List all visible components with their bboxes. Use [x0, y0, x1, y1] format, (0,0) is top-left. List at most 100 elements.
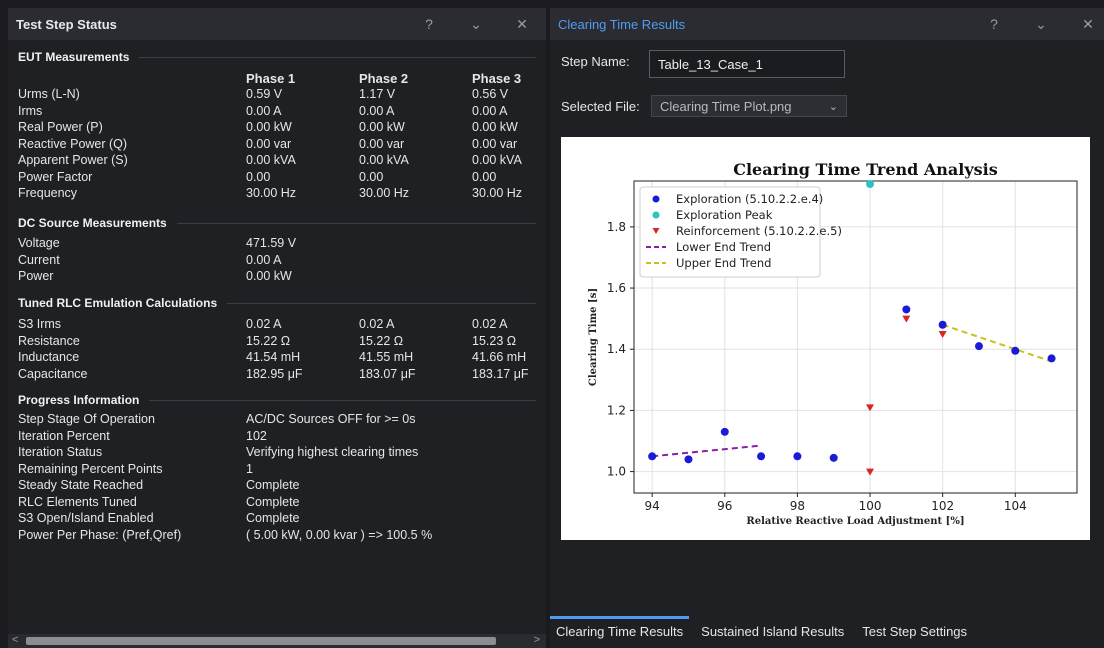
eut-row-value: 0.00 var [246, 136, 292, 151]
scroll-thumb[interactable] [26, 637, 496, 645]
data-point [684, 455, 693, 464]
progress-row-value: Complete [246, 494, 300, 509]
test-step-status-panel: Test Step Status ? ⌄ ✕ EUT Measurements P… [8, 8, 546, 648]
eut-row-label: Irms [18, 103, 43, 118]
dc-row-value: 0.00 A [246, 252, 282, 267]
horizontal-scrollbar[interactable]: < > [8, 634, 546, 648]
progress-row-label: Steady State Reached [18, 478, 144, 492]
eut-row-value: 0.00 A [359, 103, 395, 118]
data-point [829, 453, 838, 462]
dc-row-value: 0.00 kW [246, 269, 292, 283]
chevron-down-icon: ⌄ [828, 100, 838, 113]
progress-row-value: Verifying highest clearing times [246, 445, 419, 459]
eut-row-value: 0.00 kVA [359, 153, 409, 167]
clearing-time-plot: 94 96 98 100 102 104 1.0 1.2 1.4 1.6 1.8 Clearing T… [561, 137, 1090, 540]
rlc-row-label: Capacitance [18, 366, 88, 381]
selected-file-label: Selected File: [561, 99, 640, 114]
tab-sustained-island-results[interactable]: Sustained Island Results [701, 624, 844, 641]
rlc-row-value: 183.17 μF [472, 366, 529, 381]
rlc-row-value: 15.23 Ω [472, 333, 517, 348]
eut-row-value: 0.00 kW [359, 120, 405, 134]
data-point [974, 342, 983, 351]
dc-row-label: Power [18, 269, 54, 283]
tab-clearing-time-results[interactable]: Clearing Time Results [549, 616, 690, 641]
x-tick-label: 96 [717, 499, 732, 513]
progress-section-header: Progress Information [8, 389, 546, 409]
data-point [902, 305, 911, 314]
rlc-row-value: 41.55 mH [359, 350, 414, 364]
progress-row-value: ( 5.00 kW, 0.00 kvar ) => 100.5 % [246, 527, 433, 542]
rlc-row-value: 0.02 A [246, 317, 282, 331]
data-point [902, 315, 911, 323]
eut-row-value: 1.17 V [359, 87, 396, 101]
scroll-right-icon[interactable]: > [534, 634, 540, 646]
data-point [793, 452, 802, 461]
step-name-field[interactable]: Table_13_Case_1 [649, 50, 845, 78]
data-point [1011, 346, 1020, 355]
scroll-left-icon[interactable]: < [12, 634, 18, 646]
y-tick-label: 1.4 [607, 342, 626, 356]
eut-row-value: 0.00 kVA [472, 153, 522, 167]
eut-row-value: 0.00 [472, 169, 497, 184]
rlc-row-value: 0.02 A [472, 317, 508, 331]
progress-row-label: Power Per Phase: (Pref,Qref) [18, 527, 182, 542]
help-icon[interactable]: ? [415, 8, 443, 40]
rlc-row-value: 15.22 Ω [246, 333, 291, 348]
progress-row-value: 102 [246, 428, 267, 443]
right-panel-title: Clearing Time Results [558, 16, 686, 32]
tab-test-step-settings[interactable]: Test Step Settings [862, 624, 967, 641]
rlc-row-value: 0.02 A [359, 317, 395, 331]
eut-row-value: 0.00 kW [472, 120, 518, 134]
rlc-row-label: Resistance [18, 333, 80, 348]
eut-row-value: 0.00 A [472, 103, 508, 118]
step-name-label: Step Name: [561, 54, 630, 69]
progress-row-value: Complete [246, 478, 300, 492]
eut-row-value: 0.00 kVA [246, 153, 296, 167]
chevron-down-icon[interactable]: ⌄ [462, 8, 490, 40]
data-point [1047, 354, 1056, 363]
data-point [938, 320, 947, 329]
legend-entry: Exploration Peak [676, 208, 773, 222]
legend-entry: Lower End Trend [676, 240, 771, 254]
chart-title: Clearing Time Trend Analysis [733, 160, 998, 179]
rlc-row-label: Inductance [18, 350, 80, 364]
right-panel-titlebar: Clearing Time Results ? ⌄ ✕ [550, 8, 1104, 40]
eut-row-value: 0.56 V [472, 87, 509, 101]
phase-header: Phase 3 [472, 71, 522, 86]
progress-row-label: S3 Open/Island Enabled [18, 511, 154, 525]
eut-row-value: 0.59 V [246, 87, 283, 101]
rlc-row-value: 15.22 Ω [359, 333, 404, 348]
eut-row-label: Frequency [18, 186, 78, 200]
y-tick-label: 1.6 [607, 281, 626, 295]
trend-line [942, 323, 1052, 363]
eut-row-label: Reactive Power (Q) [18, 136, 128, 151]
close-icon[interactable]: ✕ [508, 8, 536, 40]
rlc-header-label: Tuned RLC Emulation Calculations [18, 296, 228, 310]
progress-row-label: RLC Elements Tuned [18, 494, 137, 509]
rlc-section-header: Tuned RLC Emulation Calculations [8, 292, 546, 312]
data-point [720, 427, 729, 436]
data-point [866, 180, 875, 189]
x-axis-label: Relative Reactive Load Adjustment [%] [746, 516, 964, 527]
progress-row-value: AC/DC Sources OFF for >= 0s [246, 412, 416, 426]
selected-file-value: Clearing Time Plot.png [660, 98, 792, 114]
chevron-down-icon[interactable]: ⌄ [1027, 8, 1055, 40]
dc-row-label: Current [18, 252, 60, 267]
eut-row-label: Power Factor [18, 169, 93, 184]
y-tick-label: 1.8 [607, 220, 626, 234]
left-panel-titlebar: Test Step Status ? ⌄ ✕ [8, 8, 546, 40]
close-icon[interactable]: ✕ [1074, 8, 1102, 40]
eut-row-label: Apparent Power (S) [18, 153, 128, 167]
phase-header: Phase 2 [359, 71, 409, 86]
help-icon[interactable]: ? [980, 8, 1008, 40]
x-tick-label: 94 [645, 499, 660, 513]
eut-row-value: 30.00 Hz [246, 186, 297, 200]
legend-marker [652, 195, 660, 203]
progress-row-label: Iteration Status [18, 445, 103, 459]
progress-header-label: Progress Information [18, 393, 150, 407]
selected-file-dropdown[interactable]: Clearing Time Plot.png ⌄ [651, 95, 847, 117]
data-point [757, 452, 766, 461]
rlc-row-value: 41.66 mH [472, 350, 527, 364]
y-tick-label: 1.0 [607, 465, 626, 479]
clearing-time-chart: 94 96 98 100 102 104 1.0 1.2 1.4 1.6 1.8 Clearing T… [588, 160, 1078, 527]
